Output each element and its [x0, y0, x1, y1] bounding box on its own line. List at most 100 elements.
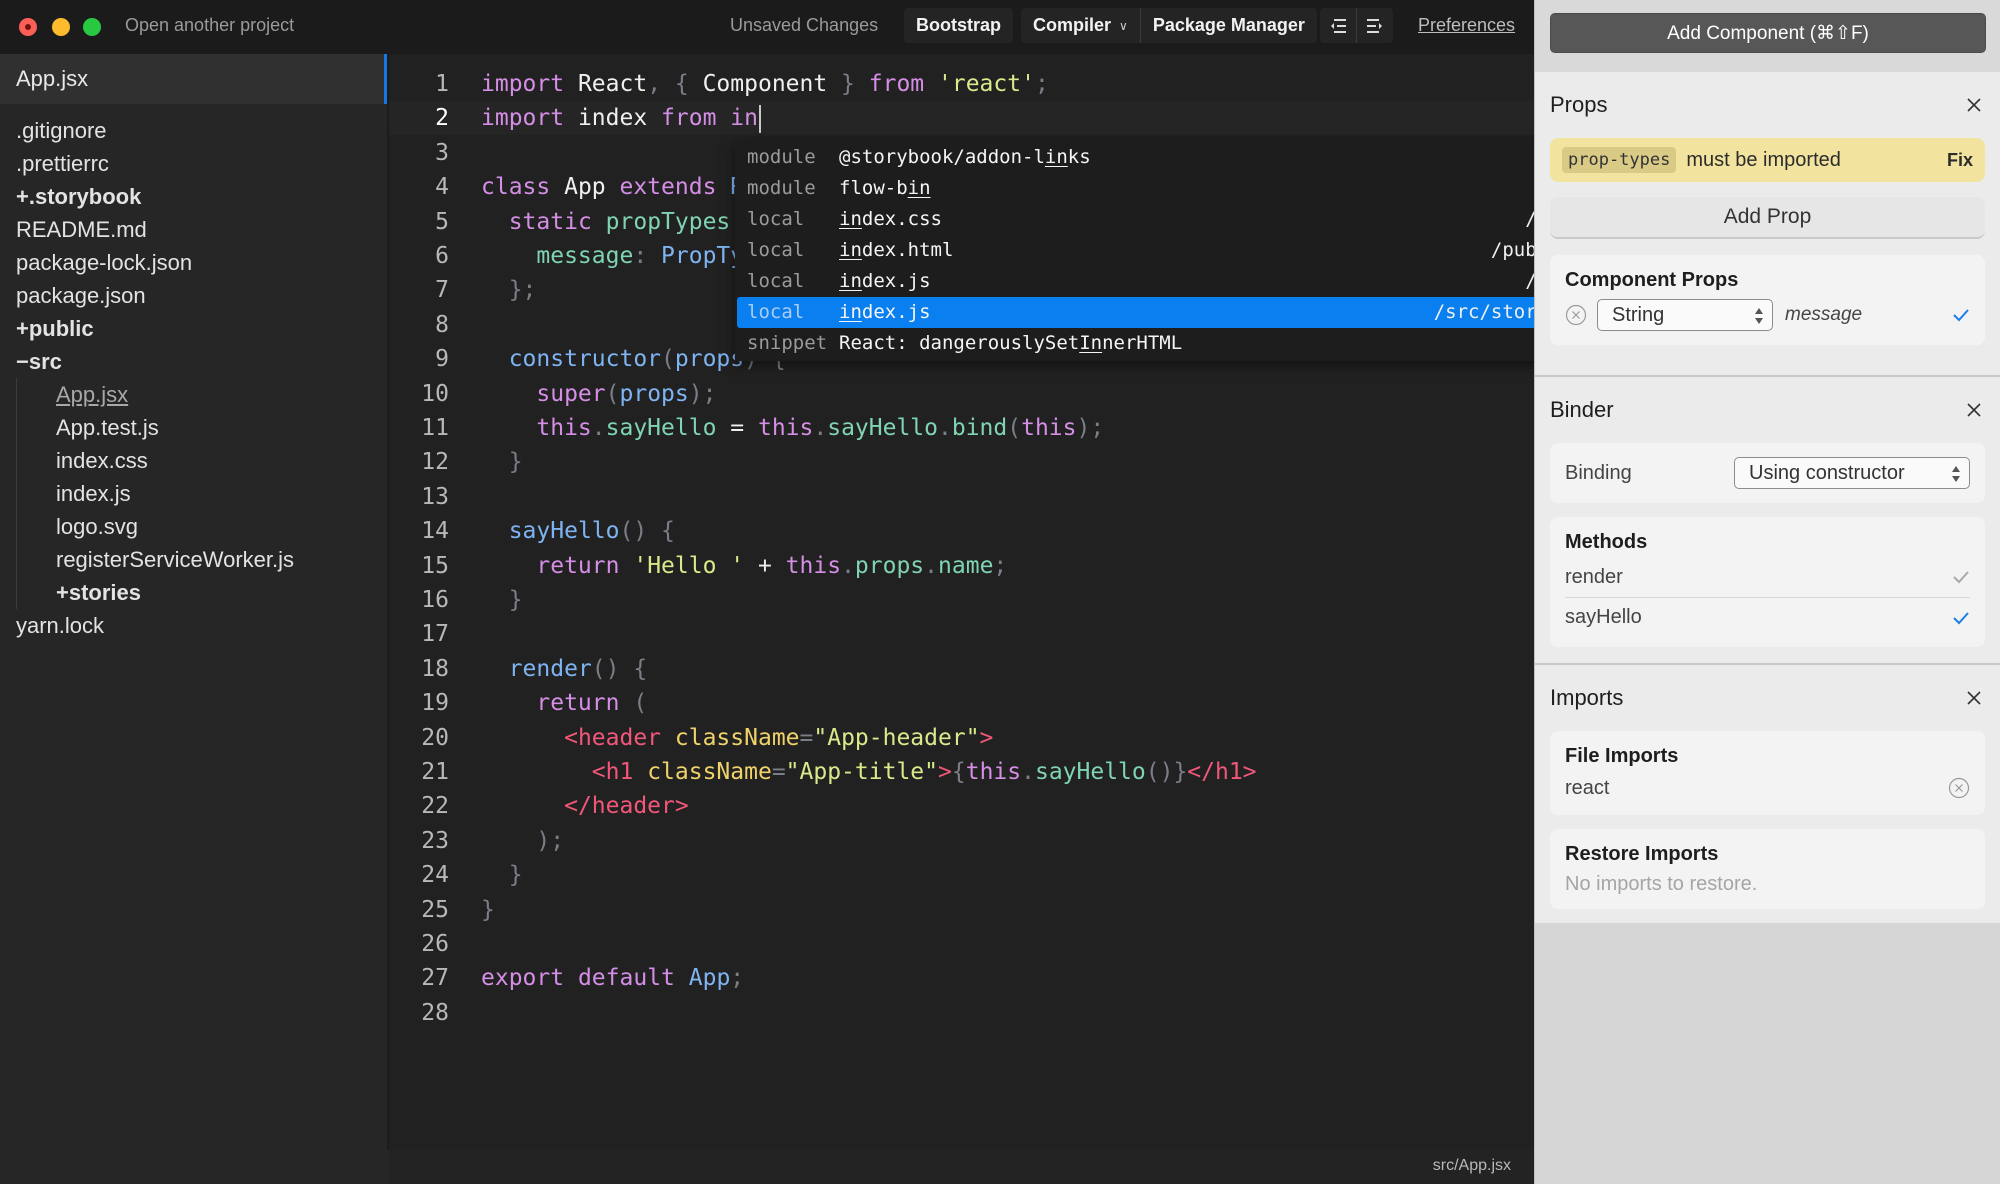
- warning-code: prop-types: [1562, 147, 1677, 173]
- code-line: 1 import React, { Component } from 'react…: [389, 67, 1534, 101]
- close-window-button[interactable]: [19, 18, 37, 36]
- zoom-window-button[interactable]: [83, 18, 101, 36]
- bootstrap-group: Bootstrap: [904, 8, 1013, 43]
- line-number: 23: [421, 827, 449, 854]
- line-number: 14: [421, 518, 449, 545]
- tree-folder[interactable]: +public: [0, 312, 387, 345]
- file-tree: .gitignore .prettierrc +.storybook README.m…: [0, 104, 387, 642]
- binder-title: Binder: [1550, 397, 1614, 422]
- code-editor[interactable]: 1 import React, { Component } from 'react…: [389, 54, 1579, 1150]
- tree-file[interactable]: index.js: [0, 477, 387, 510]
- tree-folder[interactable]: −src: [0, 345, 387, 378]
- tree-folder[interactable]: +stories: [0, 576, 387, 609]
- line-number: 25: [421, 896, 449, 923]
- autocomplete-item[interactable]: localindex.css/src: [737, 204, 1577, 235]
- autocomplete-item[interactable]: local index.html/public: [737, 235, 1577, 266]
- methods-card: Methods render sayHello: [1550, 517, 1985, 647]
- autocomplete-item[interactable]: module flow-bin: [737, 173, 1577, 204]
- code-text: export default App;: [481, 965, 745, 992]
- line-number: 4: [435, 174, 449, 201]
- prop-row: String message: [1565, 295, 1970, 335]
- tree-file[interactable]: index.css: [0, 444, 387, 477]
- autocomplete-item[interactable]: local index.js/src/stories: [737, 297, 1577, 328]
- remove-prop-icon[interactable]: [1565, 304, 1587, 326]
- preferences-link[interactable]: Preferences: [1418, 15, 1515, 36]
- active-file-tab[interactable]: App.jsx: [0, 54, 387, 104]
- line-number: 20: [421, 724, 449, 751]
- code-text: }: [481, 587, 523, 613]
- code-line: 20 <header className="App-header">: [389, 721, 1534, 755]
- tree-file[interactable]: .prettierrc: [0, 147, 387, 180]
- line-number: 6: [435, 243, 449, 269]
- binding-card: Binding Using constructor: [1550, 443, 1985, 503]
- prop-name[interactable]: message: [1785, 304, 1952, 326]
- import-row: react: [1565, 771, 1970, 805]
- status-file-path: src/App.jsx: [1432, 1157, 1511, 1174]
- binding-select[interactable]: Using constructor: [1734, 457, 1970, 489]
- close-icon[interactable]: [1963, 399, 1985, 421]
- outdent-button[interactable]: [1320, 8, 1356, 43]
- add-component-button[interactable]: Add Component (⌘⇧F): [1550, 13, 1986, 53]
- compiler-label: Compiler: [1033, 15, 1112, 35]
- code-text: this.sayHello = this.sayHello.bind(this)…: [536, 415, 1105, 441]
- autocomplete-item[interactable]: localindex.js/src: [737, 266, 1577, 297]
- open-another-project-link[interactable]: Open another project: [125, 15, 294, 36]
- code-line: 2 import index from in: [389, 101, 1534, 136]
- line-number: 17: [421, 621, 449, 648]
- line-number: 26: [421, 931, 449, 957]
- tree-file[interactable]: yarn.lock: [0, 609, 387, 642]
- tree-file[interactable]: App.test.js: [0, 411, 387, 444]
- close-icon[interactable]: [1963, 94, 1985, 116]
- bootstrap-button[interactable]: Bootstrap: [904, 8, 1013, 43]
- tree-folder[interactable]: +.storybook: [0, 180, 387, 213]
- line-number: 21: [421, 759, 449, 785]
- code-line: 17: [389, 617, 1534, 651]
- remove-import-icon[interactable]: [1948, 777, 1970, 799]
- line-number: 13: [421, 483, 449, 510]
- prop-type-value: String: [1612, 303, 1665, 326]
- binder-section: Binder Binding Using constructor Methods…: [1535, 377, 2000, 665]
- props-header: Props: [1550, 72, 1985, 138]
- binding-row: Binding Using constructor: [1565, 455, 1970, 491]
- code-line: 21 <h1 className="App-title">{this.sayHe…: [389, 755, 1534, 789]
- autocomplete-item[interactable]: snippet React: dangerouslySetInnerHTML: [737, 328, 1577, 359]
- method-name: render: [1565, 565, 1623, 588]
- tree-file[interactable]: logo.svg: [0, 510, 387, 543]
- line-number: 28: [421, 999, 449, 1026]
- check-icon[interactable]: [1952, 307, 1970, 323]
- check-icon[interactable]: [1952, 569, 1970, 585]
- methods-title: Methods: [1565, 531, 1648, 553]
- package-manager-button[interactable]: Package Manager: [1141, 8, 1317, 43]
- chevron-down-icon: ∨: [1119, 18, 1128, 33]
- line-number: 19: [421, 690, 449, 717]
- close-icon[interactable]: [1963, 687, 1985, 709]
- component-props-card: Component Props String message: [1550, 255, 1985, 345]
- compiler-button[interactable]: Compiler ∨: [1021, 8, 1140, 43]
- indent-group: [1320, 8, 1393, 43]
- suggestion-kind: module: [747, 177, 816, 199]
- tree-file[interactable]: App.jsx: [0, 378, 387, 411]
- indent-button[interactable]: [1357, 8, 1393, 43]
- tree-file[interactable]: README.md: [0, 213, 387, 246]
- autocomplete-item[interactable]: module @storybook/addon-links: [737, 142, 1577, 173]
- minimize-window-button[interactable]: [52, 18, 70, 36]
- line-number: 8: [435, 311, 449, 338]
- fix-button[interactable]: Fix: [1947, 150, 1973, 171]
- suggestion-kind: local: [747, 208, 805, 230]
- line-number: 22: [421, 793, 449, 820]
- check-icon[interactable]: [1952, 610, 1970, 626]
- method-row[interactable]: render: [1565, 557, 1970, 597]
- tree-file[interactable]: package.json: [0, 279, 387, 312]
- props-section: Props prop-types must be imported Fix Ad…: [1535, 72, 2000, 377]
- line-number: 5: [435, 208, 449, 235]
- prop-type-select[interactable]: String: [1597, 299, 1773, 331]
- add-prop-button[interactable]: Add Prop: [1550, 197, 1985, 239]
- code-line: 16 }: [389, 583, 1534, 617]
- tree-file[interactable]: registerServiceWorker.js: [0, 543, 387, 576]
- method-row[interactable]: sayHello: [1565, 597, 1970, 637]
- code-text: return (: [536, 690, 648, 717]
- tree-file[interactable]: .gitignore: [0, 114, 387, 147]
- import-name: react: [1565, 776, 1610, 799]
- tree-file[interactable]: package-lock.json: [0, 246, 387, 279]
- line-number: 27: [421, 965, 449, 992]
